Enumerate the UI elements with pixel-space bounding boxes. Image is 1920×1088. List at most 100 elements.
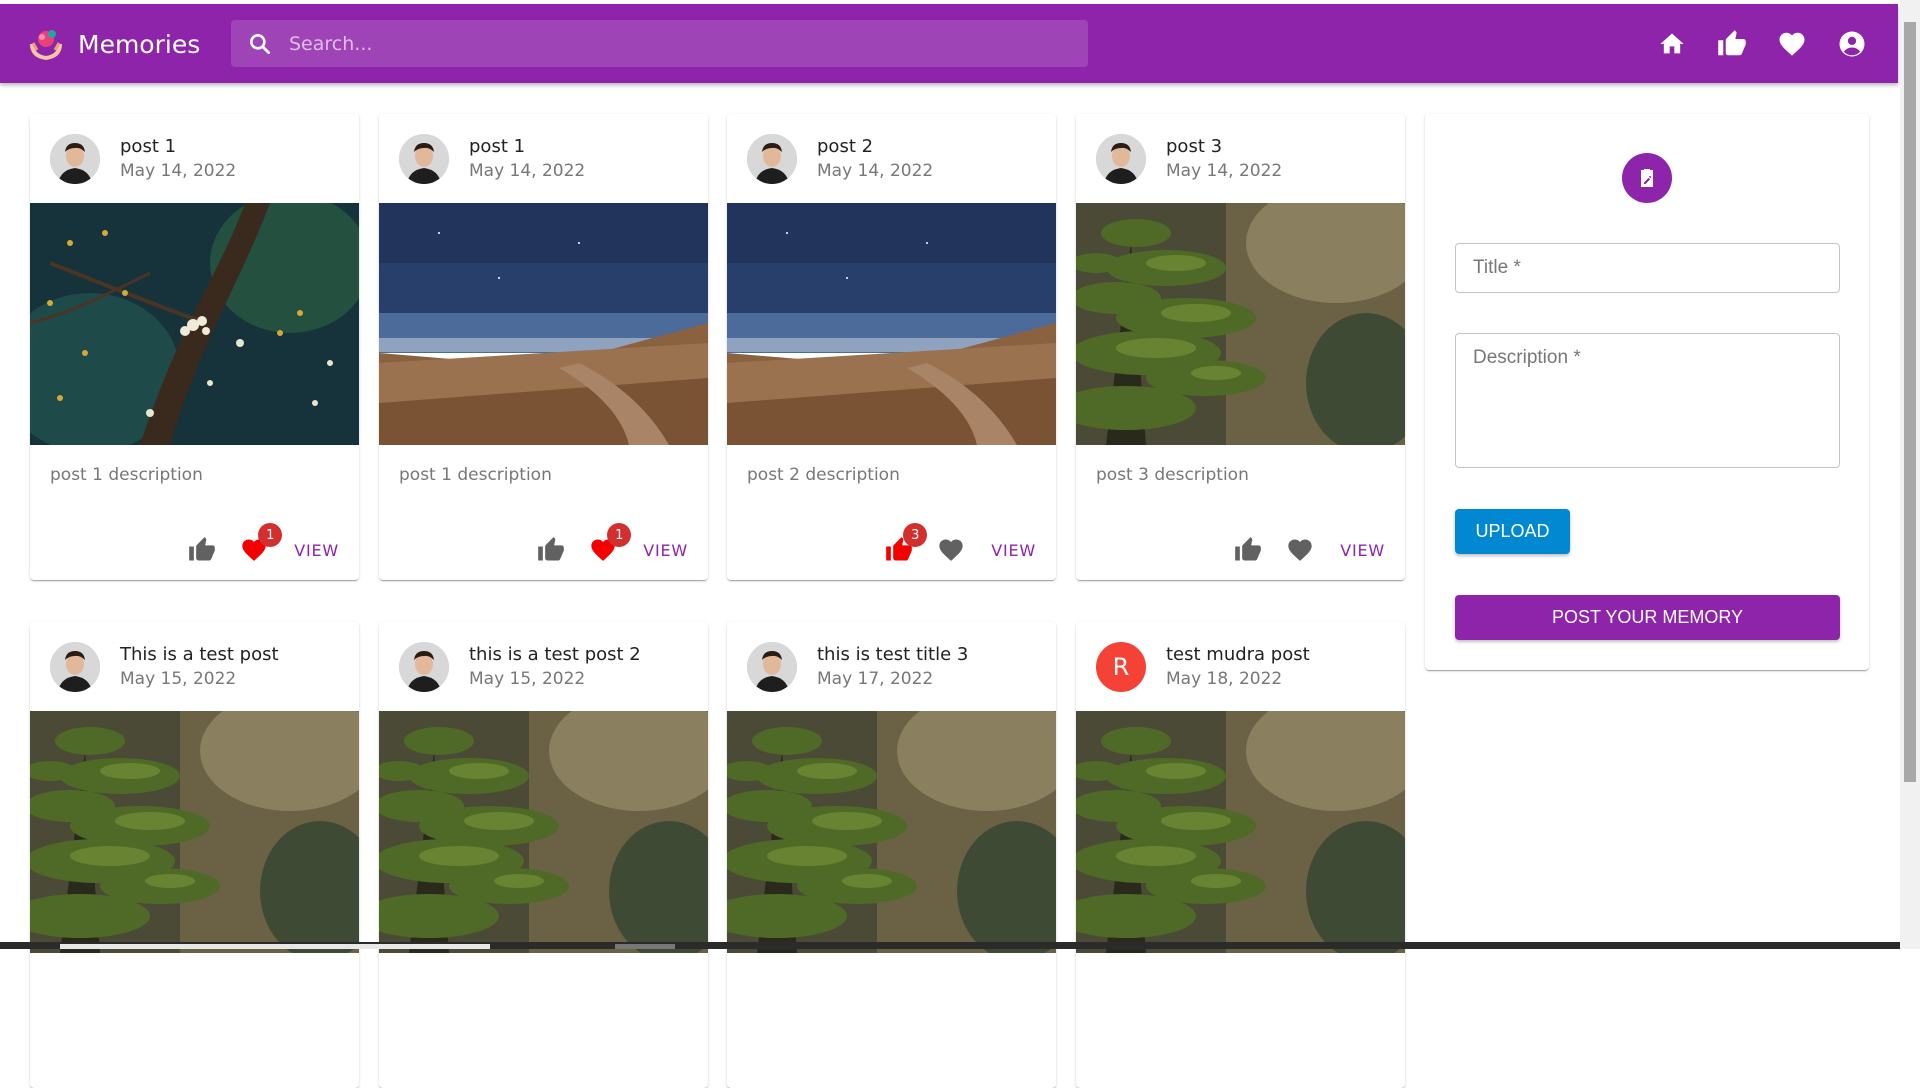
post-card[interactable]: post 1 May 14, 2022 post 1 description 1 (30, 114, 359, 580)
post-card[interactable]: post 1 May 14, 2022 post 1 description 1… (379, 114, 708, 580)
like-button[interactable] (535, 534, 567, 566)
card-header-text: this is a test post 2 May 15, 2022 (469, 643, 641, 691)
post-title: post 2 (817, 135, 874, 157)
post-image (379, 203, 708, 445)
like-count-badge: 3 (903, 523, 928, 547)
card-header: this is a test post 2 May 15, 2022 (379, 622, 708, 711)
post-description: post 3 description (1096, 465, 1249, 485)
post-image (379, 711, 708, 953)
search-input[interactable] (289, 32, 1069, 55)
heart-icon (1288, 539, 1312, 561)
card-actions: 3 VIEW (883, 523, 1036, 566)
post-memory-button[interactable]: POST YOUR MEMORY (1455, 595, 1840, 640)
post-title: post 3 (1166, 135, 1223, 157)
post-date: May 17, 2022 (817, 668, 934, 689)
like-button[interactable] (186, 534, 218, 566)
favorite-button[interactable]: 1 (238, 523, 283, 566)
scrollbar-thumb[interactable] (1904, 22, 1916, 782)
post-title: This is a test post (120, 643, 279, 665)
post-card[interactable]: R test mudra post May 18, 2022 (1076, 622, 1405, 1088)
memories-logo-icon (28, 26, 64, 62)
bottom-strip (0, 942, 1900, 949)
post-card[interactable]: This is a test post May 15, 2022 (30, 622, 359, 1088)
thumb-up-icon (538, 537, 565, 561)
heart-icon (939, 539, 963, 561)
post-date: May 18, 2022 (1166, 668, 1283, 689)
title-field[interactable]: Title * (1455, 243, 1840, 293)
nav-icons (1654, 26, 1898, 62)
card-header-text: post 3 May 14, 2022 (1166, 135, 1282, 183)
card-header: this is test title 3 May 17, 2022 (727, 622, 1056, 711)
post-image (30, 203, 359, 445)
brand[interactable]: Memories (28, 26, 200, 62)
post-image (727, 711, 1056, 953)
card-header-text: This is a test post May 15, 2022 (120, 643, 279, 691)
card-header-text: post 1 May 14, 2022 (120, 135, 236, 183)
app-bar: Memories (0, 4, 1898, 83)
heart-icon[interactable] (1774, 26, 1810, 62)
card-header-text: post 2 May 14, 2022 (817, 135, 933, 183)
post-title: this is a test post 2 (469, 643, 641, 665)
thumb-up-icon (1235, 537, 1262, 561)
post-image (727, 203, 1056, 445)
post-title: post 1 (120, 135, 177, 157)
avatar (399, 133, 449, 184)
avatar (50, 133, 100, 184)
post-card[interactable]: post 3 May 14, 2022 post 3 description V… (1076, 114, 1405, 580)
post-date: May 14, 2022 (817, 160, 934, 181)
avatar (399, 641, 449, 692)
app-title: Memories (78, 29, 201, 59)
search-bar[interactable] (231, 20, 1088, 67)
card-header: post 2 May 14, 2022 (727, 114, 1056, 203)
favorite-button[interactable]: 1 (587, 523, 632, 566)
upload-button[interactable]: UPLOAD (1455, 509, 1570, 554)
thumb-up-icon (189, 537, 216, 561)
post-title: test mudra post (1166, 643, 1310, 665)
card-header-text: test mudra post May 18, 2022 (1166, 643, 1310, 691)
like-button[interactable]: 3 (883, 523, 928, 566)
post-image (1076, 711, 1405, 953)
post-description: post 1 description (399, 465, 552, 485)
card-actions: 1 VIEW (186, 523, 339, 566)
post-description: post 1 description (50, 465, 203, 485)
avatar (747, 641, 797, 692)
avatar (50, 641, 100, 692)
page-scrollbar[interactable] (1900, 0, 1920, 949)
post-card[interactable]: this is test title 3 May 17, 2022 (727, 622, 1056, 1088)
avatar: R (1096, 641, 1146, 692)
thumb-up-icon[interactable] (1714, 26, 1750, 62)
view-button[interactable]: VIEW (639, 537, 688, 564)
post-title: this is test title 3 (817, 643, 969, 665)
post-date: May 15, 2022 (469, 668, 586, 689)
avatar (747, 133, 797, 184)
post-date: May 14, 2022 (1166, 160, 1283, 181)
search-icon (231, 20, 289, 67)
memory-form: Title * Description * UPLOAD POST YOUR M… (1425, 114, 1869, 670)
post-title: post 1 (469, 135, 526, 157)
favorite-button[interactable] (1284, 534, 1316, 566)
view-button[interactable]: VIEW (987, 537, 1036, 564)
card-header-text: this is test title 3 May 17, 2022 (817, 643, 968, 691)
post-image (30, 711, 359, 953)
view-button[interactable]: VIEW (290, 537, 339, 564)
favorite-button[interactable] (935, 534, 967, 566)
description-field[interactable]: Description * (1455, 333, 1840, 468)
card-header: post 1 May 14, 2022 (379, 114, 708, 203)
account-icon[interactable] (1834, 26, 1870, 62)
view-button[interactable]: VIEW (1336, 537, 1385, 564)
favorite-count-badge: 1 (258, 523, 283, 547)
like-button[interactable] (1232, 534, 1264, 566)
post-image (1076, 203, 1405, 445)
post-description: post 2 description (747, 465, 900, 485)
edit-note-icon (1622, 153, 1672, 203)
card-header: This is a test post May 15, 2022 (30, 622, 359, 711)
post-card[interactable]: post 2 May 14, 2022 post 2 description 3 (727, 114, 1056, 580)
card-header: R test mudra post May 18, 2022 (1076, 622, 1405, 711)
home-icon[interactable] (1654, 26, 1690, 62)
post-date: May 15, 2022 (120, 668, 237, 689)
post-card[interactable]: this is a test post 2 May 15, 2022 (379, 622, 708, 1088)
favorite-count-badge: 1 (607, 523, 632, 547)
card-header: post 3 May 14, 2022 (1076, 114, 1405, 203)
card-header-text: post 1 May 14, 2022 (469, 135, 585, 183)
avatar (1096, 133, 1146, 184)
